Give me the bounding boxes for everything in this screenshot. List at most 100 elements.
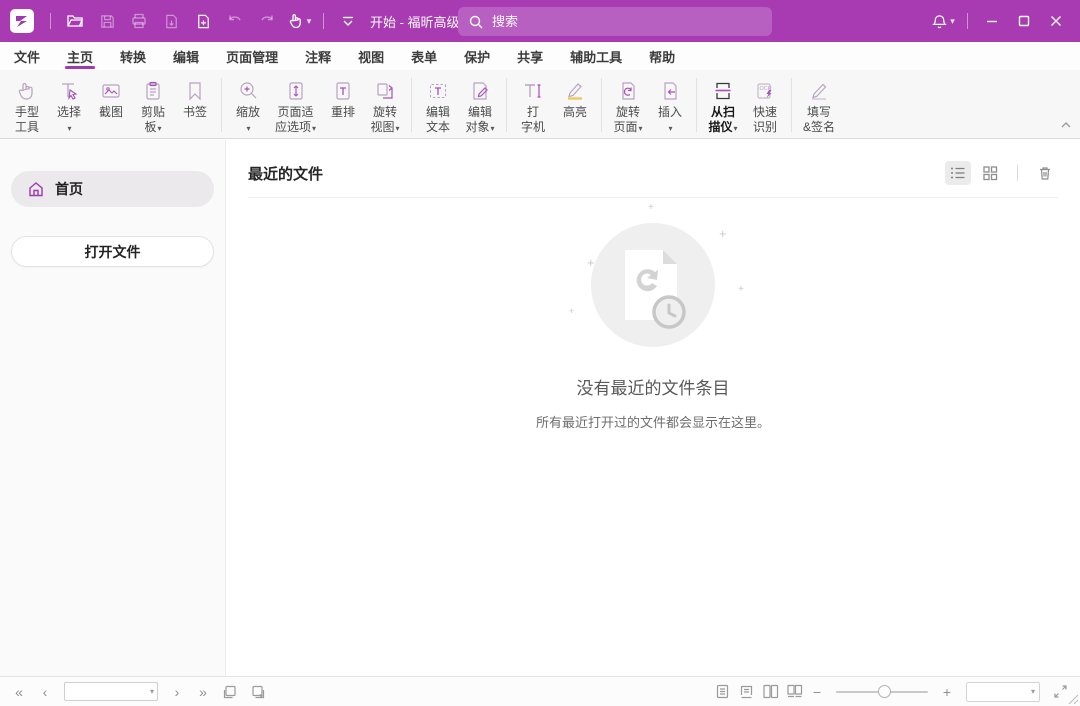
ribbon-separator [696, 78, 697, 132]
page-number-input[interactable] [68, 686, 150, 698]
empty-title: 没有最近的文件条目 [577, 374, 730, 399]
hand-tool-label: 手型 工具 [15, 105, 39, 134]
tab-convert[interactable]: 转换 [120, 42, 146, 70]
hand-dropdown-arrow[interactable]: ▾ [307, 16, 312, 27]
bookmark-button[interactable]: 书签 [174, 74, 216, 136]
open-file-button[interactable]: 打开文件 [11, 236, 214, 267]
rotate-view-label: 旋转 视图 [371, 105, 398, 134]
first-page-button[interactable]: « [8, 684, 30, 700]
facing-continuous-view-button[interactable] [782, 681, 806, 703]
next-view-button[interactable] [246, 681, 270, 703]
open-file-icon[interactable] [62, 8, 88, 34]
maximize-button[interactable] [1011, 8, 1037, 34]
previous-page-button[interactable]: ‹ [34, 684, 56, 700]
zoom-slider[interactable] [836, 691, 928, 693]
reflow-label: 重排 [331, 105, 355, 119]
rotate-pages-button[interactable]: 旋转 页面▾ [607, 74, 649, 136]
bookmark-icon [183, 77, 207, 105]
clear-recent-button[interactable] [1032, 161, 1058, 185]
status-bar: « ‹ ▾ › » − + [0, 676, 1080, 706]
search-box[interactable] [458, 7, 772, 36]
select-label: 选择 [57, 105, 81, 119]
grid-view-button[interactable] [977, 161, 1003, 185]
insert-button[interactable]: 插入 ▾ [649, 74, 691, 136]
zoom-slider-handle[interactable] [878, 685, 891, 698]
resize-grip[interactable] [1065, 691, 1079, 705]
sidebar-home-label: 首页 [55, 179, 83, 199]
tab-form[interactable]: 表单 [411, 42, 437, 70]
hand-tool-button[interactable]: 手型 工具 [6, 74, 48, 136]
empty-file-icon: + + + + + [563, 210, 743, 360]
previous-view-button[interactable] [218, 681, 242, 703]
empty-state: + + + + + 没有最近的文件条目 所有最近打开过的文件都会显示在这里。 [226, 210, 1080, 431]
rotate-view-button[interactable]: 旋转 视图▾ [364, 74, 406, 136]
fill-sign-label: 填写 &签名 [803, 105, 835, 134]
page-title: 最近的文件 [248, 163, 945, 184]
clipboard-icon [141, 77, 165, 105]
close-button[interactable] [1043, 8, 1069, 34]
facing-view-button[interactable] [758, 681, 782, 703]
list-view-button[interactable] [945, 161, 971, 185]
sidebar-item-home[interactable]: 首页 [11, 171, 214, 207]
tab-file[interactable]: 文件 [14, 42, 40, 70]
reflow-icon [331, 77, 355, 105]
titlebar-separator [50, 13, 51, 29]
hand-tool-icon[interactable]: ▾ [286, 8, 312, 34]
zoom-level-input[interactable] [971, 686, 1031, 698]
typewriter-button[interactable]: 打 字机 [512, 74, 554, 136]
rotate-view-icon [373, 77, 397, 105]
snapshot-button[interactable]: 截图 [90, 74, 132, 136]
zoom-level-combo[interactable]: ▾ [966, 682, 1040, 702]
snapshot-label: 截图 [99, 105, 123, 119]
tab-help[interactable]: 帮助 [649, 42, 675, 70]
tab-comment[interactable]: 注释 [305, 42, 331, 70]
new-document-icon[interactable] [190, 8, 216, 34]
zoom-in-button[interactable]: + [936, 684, 958, 700]
reflow-button[interactable]: 重排 [322, 74, 364, 136]
edit-text-button[interactable]: 编辑 文本 [417, 74, 459, 136]
fit-page-icon [284, 77, 308, 105]
last-page-button[interactable]: » [192, 684, 214, 700]
search-icon [468, 14, 484, 30]
page-number-combo[interactable]: ▾ [64, 682, 158, 701]
combo-dropdown-arrow[interactable]: ▾ [1031, 687, 1035, 696]
tab-protect[interactable]: 保护 [464, 42, 490, 70]
clipboard-button[interactable]: 剪贴 板▾ [132, 74, 174, 136]
continuous-view-button[interactable] [734, 681, 758, 703]
from-scanner-button[interactable]: 从扫 描仪▾ [702, 74, 744, 136]
ribbon-collapse-button[interactable] [1060, 116, 1072, 134]
ribbon-separator [601, 78, 602, 132]
edit-object-button[interactable]: 编辑 对象▾ [459, 74, 501, 136]
tab-home[interactable]: 主页 [67, 42, 93, 70]
customize-toolbar-icon[interactable] [335, 8, 361, 34]
print-icon [126, 8, 152, 34]
tab-view[interactable]: 视图 [358, 42, 384, 70]
fill-sign-button[interactable]: 填写 &签名 [797, 74, 841, 136]
next-page-button[interactable]: › [166, 684, 188, 700]
tab-edit[interactable]: 编辑 [173, 42, 199, 70]
search-input[interactable] [492, 14, 732, 29]
title-bar: ▾ 开始 - 福昕高级PDF编辑器 ▾ [0, 0, 1080, 42]
fit-page-button[interactable]: 页面适 应选项▾ [269, 74, 322, 136]
combo-dropdown-arrow[interactable]: ▾ [150, 687, 154, 696]
quick-ocr-button[interactable]: OCR 快速 识别 [744, 74, 786, 136]
insert-label: 插入 [658, 105, 682, 119]
notification-bell-icon[interactable]: ▾ [930, 8, 956, 34]
highlight-button[interactable]: 高亮 [554, 74, 596, 136]
zoom-button[interactable]: 缩放 ▾ [227, 74, 269, 136]
zoom-icon [236, 77, 260, 105]
tab-share[interactable]: 共享 [517, 42, 543, 70]
tab-accessibility[interactable]: 辅助工具 [570, 42, 622, 70]
dropdown-arrow-icon: ▾ [67, 124, 71, 133]
empty-subtitle: 所有最近打开过的文件都会显示在这里。 [536, 412, 770, 431]
minimize-button[interactable] [979, 8, 1005, 34]
bell-dropdown-arrow[interactable]: ▾ [950, 16, 955, 27]
highlight-label: 高亮 [563, 105, 587, 119]
hand-icon [15, 77, 39, 105]
ribbon-separator [506, 78, 507, 132]
tab-organize[interactable]: 页面管理 [226, 42, 278, 70]
select-button[interactable]: 选择 ▾ [48, 74, 90, 136]
single-page-view-button[interactable] [710, 681, 734, 703]
zoom-out-button[interactable]: − [806, 684, 828, 700]
ribbon-separator [221, 78, 222, 132]
